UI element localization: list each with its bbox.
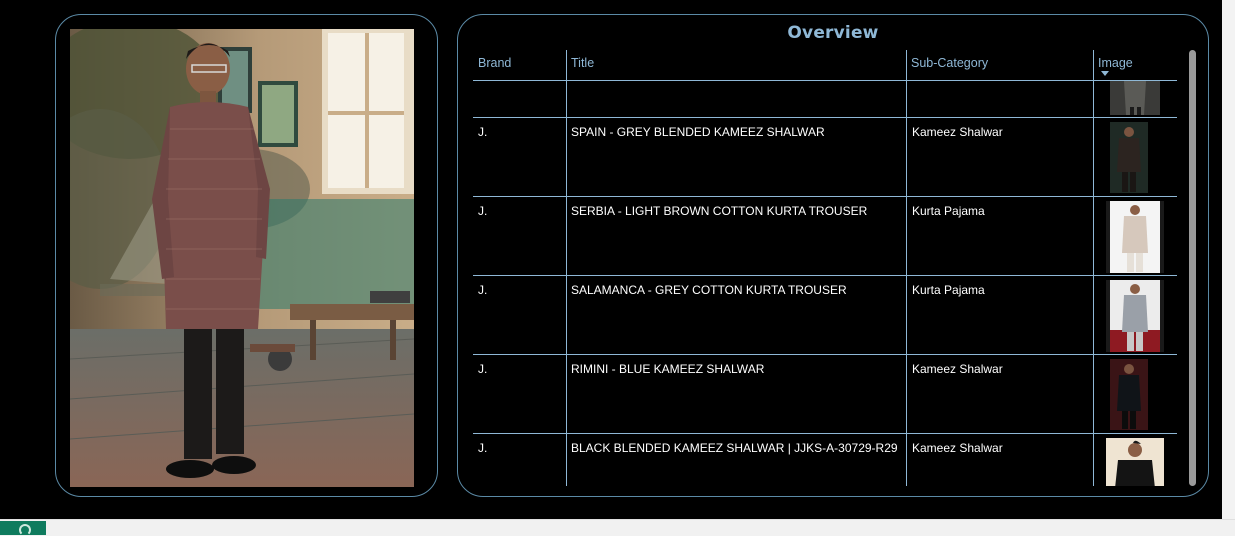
column-header-title[interactable]: Title bbox=[566, 50, 906, 81]
table-row[interactable]: J. SERBIA - LIGHT BROWN COTTON KURTA TRO… bbox=[473, 197, 1177, 276]
table-vertical-scrollbar[interactable] bbox=[1189, 50, 1196, 486]
product-thumbnail bbox=[1110, 81, 1160, 115]
column-header-sub-category-label: Sub-Category bbox=[911, 56, 989, 70]
brand-cell: J. bbox=[478, 441, 488, 455]
grey-kurta-icon bbox=[1106, 280, 1164, 352]
sort-descending-icon[interactable] bbox=[1101, 71, 1109, 76]
overview-table-card: Overview Brand Title Sub-Category Image … bbox=[457, 14, 1209, 497]
overview-title: Overview bbox=[787, 23, 879, 43]
sub-category-cell: Kameez Shalwar bbox=[912, 125, 1003, 139]
product-image-card bbox=[55, 14, 438, 497]
product-thumbnail bbox=[1106, 280, 1164, 352]
brand-cell: J. bbox=[478, 283, 488, 297]
title-cell: RIMINI - BLUE KAMEEZ SHALWAR bbox=[571, 362, 765, 376]
model-in-kurta-image bbox=[70, 29, 414, 487]
sub-category-cell: Kameez Shalwar bbox=[912, 362, 1003, 376]
title-cell: BLACK BLENDED KAMEEZ SHALWAR | JJKS-A-30… bbox=[571, 441, 898, 455]
dark-kameez-icon bbox=[1110, 122, 1148, 193]
page-tab[interactable] bbox=[0, 521, 46, 536]
column-header-title-label: Title bbox=[571, 56, 595, 70]
column-header-sub-category[interactable]: Sub-Category bbox=[906, 50, 1093, 81]
product-thumbnail bbox=[1106, 201, 1164, 273]
column-header-brand-label: Brand bbox=[478, 56, 512, 70]
table-row[interactable]: J. RIMINI - BLUE KAMEEZ SHALWAR Kameez S… bbox=[473, 355, 1177, 434]
product-thumbnail bbox=[1106, 438, 1164, 486]
black-kameez-icon bbox=[1106, 438, 1164, 486]
table-row[interactable] bbox=[473, 81, 1177, 118]
sub-category-cell: Kurta Pajama bbox=[912, 204, 985, 218]
brand-cell: J. bbox=[478, 362, 488, 376]
title-cell: SPAIN - GREY BLENDED KAMEEZ SHALWAR bbox=[571, 125, 825, 139]
partial-kurta-icon bbox=[1110, 81, 1160, 115]
canvas-edge bbox=[1222, 0, 1235, 519]
product-thumbnail bbox=[1110, 122, 1148, 193]
sub-category-cell: Kameez Shalwar bbox=[912, 441, 1003, 455]
blue-kameez-icon bbox=[1110, 359, 1148, 430]
scrollbar-thumb[interactable] bbox=[1189, 50, 1196, 486]
brand-cell: J. bbox=[478, 204, 488, 218]
column-header-image[interactable]: Image bbox=[1093, 50, 1177, 81]
sub-category-cell: Kurta Pajama bbox=[912, 283, 985, 297]
light-kurta-icon bbox=[1106, 201, 1164, 273]
brand-cell: J. bbox=[478, 125, 488, 139]
product-thumbnail bbox=[1110, 359, 1148, 430]
table-row[interactable]: J. SALAMANCA - GREY COTTON KURTA TROUSER… bbox=[473, 276, 1177, 355]
report-canvas: Overview Brand Title Sub-Category Image … bbox=[0, 0, 1222, 519]
table-row[interactable]: J. SPAIN - GREY BLENDED KAMEEZ SHALWAR K… bbox=[473, 118, 1177, 197]
overview-table[interactable]: Brand Title Sub-Category Image J. SPAIN … bbox=[473, 50, 1177, 486]
column-header-image-label: Image bbox=[1098, 56, 1133, 70]
column-header-brand[interactable]: Brand bbox=[473, 50, 566, 81]
page-navigation-bar bbox=[0, 519, 1235, 536]
product-photo bbox=[70, 29, 414, 487]
title-cell: SERBIA - LIGHT BROWN COTTON KURTA TROUSE… bbox=[571, 204, 868, 218]
table-row[interactable]: J. BLACK BLENDED KAMEEZ SHALWAR | JJKS-A… bbox=[473, 434, 1177, 486]
title-cell: SALAMANCA - GREY COTTON KURTA TROUSER bbox=[571, 283, 847, 297]
